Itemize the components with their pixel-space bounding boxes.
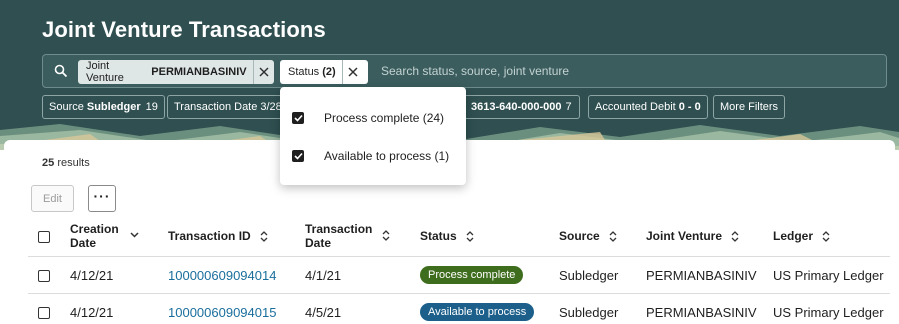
cell-transaction-date: 4/5/21 bbox=[305, 305, 342, 320]
header-label: Transaction bbox=[305, 222, 373, 236]
column-header-joint-venture[interactable]: Joint Venture bbox=[646, 229, 739, 243]
status-dropdown: Process complete (24) Available to proce… bbox=[280, 87, 466, 185]
edit-button[interactable]: Edit bbox=[31, 185, 74, 212]
filter-transaction-date[interactable]: Transaction Date 3/28 bbox=[167, 95, 287, 119]
filter-chip-joint-venture[interactable]: Joint Venture PERMIANBASINIV bbox=[78, 60, 274, 84]
header-label: Status bbox=[420, 229, 457, 243]
filter-accounted-debit[interactable]: Accounted Debit 0 - 0 bbox=[588, 95, 708, 119]
transaction-id-link[interactable]: 100000609094014 bbox=[168, 268, 276, 283]
search-bar[interactable]: Joint Venture PERMIANBASINIV Status (2) bbox=[42, 54, 887, 88]
cell-creation-date: 4/12/21 bbox=[70, 305, 114, 320]
cell-source: Subledger bbox=[559, 305, 619, 320]
checkbox-checked-icon[interactable] bbox=[292, 150, 304, 162]
cell-joint-venture: PERMIANBASINIV bbox=[646, 268, 757, 283]
divider bbox=[28, 256, 890, 257]
cell-ledger: US Primary Ledger bbox=[773, 305, 884, 320]
transaction-id-link[interactable]: 100000609094015 bbox=[168, 305, 276, 320]
filter-label: Accounted Debit bbox=[595, 101, 676, 113]
status-badge: Available to process bbox=[420, 303, 535, 321]
column-header-source[interactable]: Source bbox=[559, 229, 617, 243]
divider bbox=[28, 293, 890, 294]
cell-creation-date: 4/12/21 bbox=[70, 268, 114, 283]
close-icon[interactable] bbox=[252, 60, 274, 84]
filter-value: 0 - 0 bbox=[678, 101, 701, 113]
filter-chip-status[interactable]: Status (2) bbox=[280, 60, 368, 84]
chip-value: (2) bbox=[322, 66, 336, 78]
filter-label: Transaction Date bbox=[174, 101, 258, 113]
more-filters-button[interactable]: More Filters bbox=[713, 95, 786, 119]
filter-label: More Filters bbox=[720, 101, 779, 113]
search-input[interactable] bbox=[381, 58, 871, 84]
search-icon[interactable] bbox=[54, 64, 68, 78]
chevron-down-icon[interactable] bbox=[130, 232, 139, 238]
sort-icon[interactable] bbox=[609, 231, 617, 243]
filter-account[interactable]: 3613-640-000-000 7 bbox=[462, 95, 580, 119]
header-label: Date bbox=[305, 236, 332, 250]
column-header-ledger[interactable]: Ledger bbox=[773, 229, 830, 243]
cell-source: Subledger bbox=[559, 268, 619, 283]
column-header-creation-date[interactable]: Creation Date bbox=[70, 222, 119, 250]
more-actions-button[interactable]: ··· bbox=[88, 185, 116, 212]
header-label: Ledger bbox=[773, 229, 814, 243]
filter-label: Source bbox=[49, 101, 84, 113]
header-label: Creation bbox=[70, 222, 119, 236]
column-header-transaction-date[interactable]: Transaction Date bbox=[305, 222, 372, 250]
dropdown-option-process-complete[interactable]: Process complete (24) bbox=[292, 108, 444, 128]
column-header-status[interactable]: Status bbox=[420, 229, 474, 243]
chip-label: Joint Venture bbox=[86, 60, 124, 84]
header-label: Date bbox=[70, 236, 97, 250]
option-label: Process complete (24) bbox=[324, 111, 445, 125]
filter-value: 3613-640-000-000 bbox=[471, 101, 562, 113]
chip-label: Status bbox=[288, 66, 320, 78]
sort-icon[interactable] bbox=[731, 231, 739, 243]
header-label: Source bbox=[559, 229, 600, 243]
row-checkbox[interactable] bbox=[38, 307, 50, 319]
row-checkbox[interactable] bbox=[38, 270, 50, 282]
dropdown-option-available-to-process[interactable]: Available to process (1) bbox=[292, 146, 449, 166]
checkbox-checked-icon[interactable] bbox=[292, 112, 304, 124]
filter-value: 3/28 bbox=[260, 101, 282, 113]
filter-value: Subledger bbox=[86, 101, 141, 113]
select-all-checkbox[interactable] bbox=[38, 231, 50, 243]
option-label: Available to process (1) bbox=[324, 149, 450, 163]
page-title: Joint Venture Transactions bbox=[42, 17, 326, 42]
cell-transaction-date: 4/1/21 bbox=[305, 268, 342, 283]
filter-source[interactable]: Source Subledger 19 bbox=[42, 95, 165, 119]
chip-value: PERMIANBASINIV bbox=[151, 66, 247, 78]
cell-joint-venture: PERMIANBASINIV bbox=[646, 305, 757, 320]
sort-icon[interactable] bbox=[382, 230, 390, 241]
cell-ledger: US Primary Ledger bbox=[773, 268, 884, 283]
header-label: Transaction ID bbox=[168, 229, 251, 243]
filter-count: 7 bbox=[565, 101, 572, 113]
sort-icon[interactable] bbox=[822, 231, 830, 243]
status-badge: Process complete bbox=[420, 266, 524, 284]
sort-icon[interactable] bbox=[260, 231, 268, 243]
results-count: 25 results bbox=[42, 157, 90, 169]
close-icon[interactable] bbox=[341, 60, 364, 84]
results-number: 25 bbox=[42, 157, 55, 169]
filter-count: 19 bbox=[145, 101, 158, 113]
column-header-transaction-id[interactable]: Transaction ID bbox=[168, 229, 268, 243]
header-label: Joint Venture bbox=[646, 229, 723, 243]
results-label: results bbox=[57, 157, 90, 169]
sort-icon[interactable] bbox=[466, 231, 474, 243]
